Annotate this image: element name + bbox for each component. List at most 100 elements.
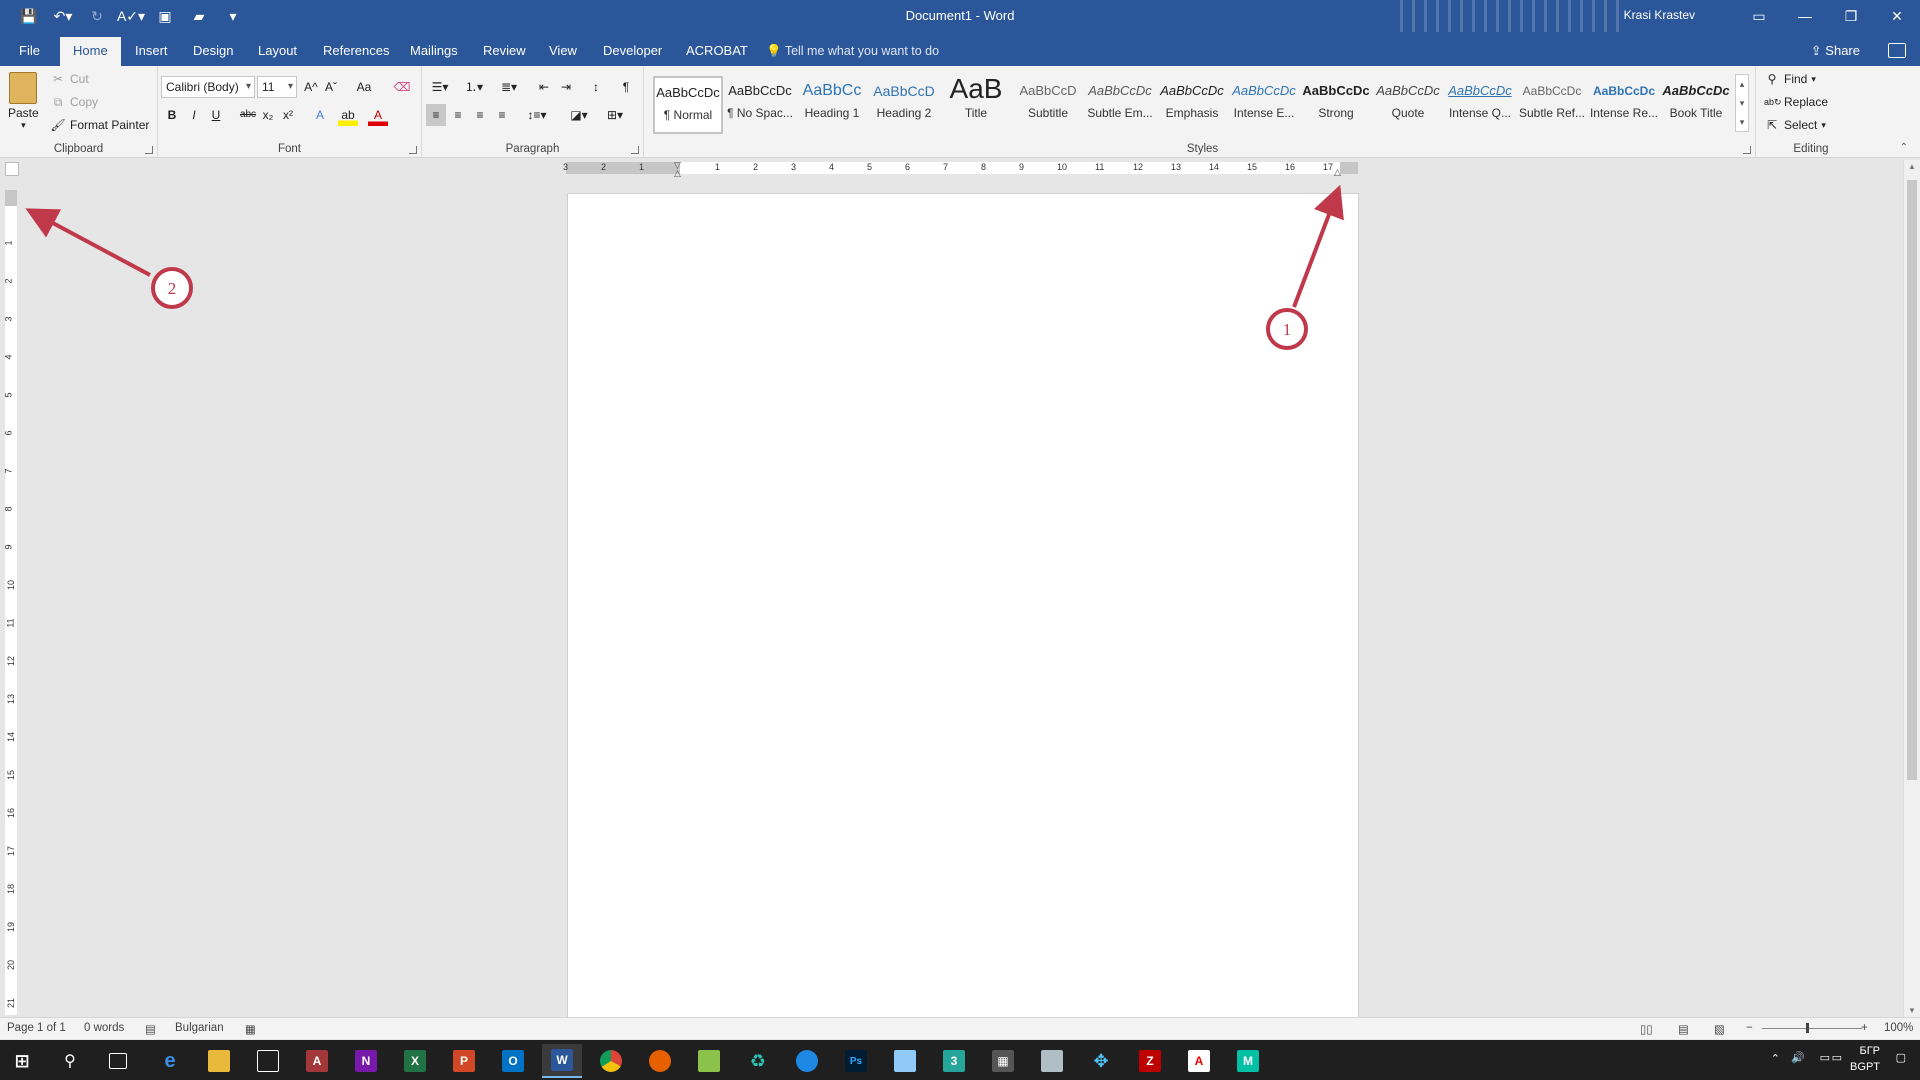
numbering-icon[interactable]: ⒈▾ (460, 76, 488, 98)
borders-icon[interactable]: ⊞▾ (600, 104, 630, 126)
line-spacing-icon[interactable]: ↕≡▾ (522, 104, 552, 126)
font-family-select[interactable]: Calibri (Body) (161, 76, 255, 98)
notepad-plus-icon[interactable] (689, 1044, 729, 1078)
tab-design[interactable]: Design (180, 37, 246, 66)
task-view-icon[interactable] (98, 1044, 138, 1078)
open-folder-icon[interactable]: ▰ (186, 4, 212, 28)
styles-scroll[interactable]: ▴ ▾ ▾ (1735, 74, 1749, 132)
strikethrough-button[interactable]: abc (238, 104, 258, 126)
style-item[interactable]: AaBbCcDc Strong (1301, 76, 1371, 134)
text-effects-icon[interactable]: A (310, 104, 330, 126)
access-icon[interactable]: A (297, 1044, 337, 1078)
tab-acrobat[interactable]: ACROBAT (673, 37, 761, 66)
scroll-down-icon[interactable]: ▼ (1908, 1006, 1916, 1015)
font-color-icon[interactable]: A (368, 104, 388, 126)
onenote-icon[interactable]: N (346, 1044, 386, 1078)
style-item[interactable]: AaBbCc Heading 1 (797, 76, 867, 134)
file-explorer-icon[interactable] (199, 1044, 239, 1078)
close-icon[interactable]: ✕ (1874, 0, 1920, 32)
user-name[interactable]: Krasi Krastev (1624, 8, 1695, 22)
paint-icon[interactable] (1032, 1044, 1072, 1078)
align-left-icon[interactable]: ≡ (426, 104, 446, 126)
save-icon[interactable]: 💾 (16, 4, 42, 28)
print-layout-icon[interactable]: ▤ (1678, 1022, 1689, 1036)
action-center-icon[interactable]: ▢ (1896, 1051, 1906, 1064)
edge-icon[interactable]: e (150, 1044, 190, 1078)
comments-icon[interactable] (1888, 43, 1906, 58)
underline-button[interactable]: U (206, 104, 226, 126)
increase-indent-icon[interactable]: ⇥ (556, 76, 576, 98)
style-item[interactable]: AaBbCcDc Emphasis (1157, 76, 1227, 134)
sort-icon[interactable]: ↕ (586, 76, 606, 98)
calculator-icon[interactable]: ▦ (983, 1044, 1023, 1078)
paste-button[interactable]: Paste ▾ (8, 72, 39, 130)
word-count[interactable]: 0 words (84, 1022, 124, 1034)
shading-icon[interactable]: ◪▾ (564, 104, 594, 126)
tab-review[interactable]: Review (470, 37, 539, 66)
zoom-in-icon[interactable]: + (1861, 1022, 1868, 1034)
style-item[interactable]: AaBbCcDc Intense Re... (1589, 76, 1659, 134)
format-painter-button[interactable]: 🖌 Format Painter (50, 117, 149, 133)
copy-button[interactable]: ⧉ Copy (50, 94, 98, 110)
vertical-scrollbar[interactable]: ▲ ▼ (1903, 160, 1920, 1017)
subscript-button[interactable]: x₂ (258, 104, 278, 126)
ribbon-display-options-icon[interactable]: ▭ (1736, 0, 1782, 32)
style-item[interactable]: AaBbCcDc ¶ No Spac... (725, 76, 795, 134)
read-mode-icon[interactable]: ▯▯ (1640, 1022, 1653, 1036)
scroll-up-icon[interactable]: ▲ (1908, 162, 1916, 171)
share-button[interactable]: ⇪ Share (1811, 37, 1860, 65)
redo-icon[interactable]: ↻ (84, 4, 110, 28)
app-m-icon[interactable]: M (1228, 1044, 1268, 1078)
document-page[interactable] (567, 193, 1359, 1018)
zoom-level[interactable]: 100% (1884, 1022, 1913, 1034)
align-right-icon[interactable]: ≡ (470, 104, 490, 126)
style-item[interactable]: AaBbCcDc Book Title (1661, 76, 1731, 134)
style-item[interactable]: AaBbCcDc ¶ Normal (653, 76, 723, 134)
customize-qat-icon[interactable]: ▾ (220, 4, 246, 28)
notepad-icon[interactable] (885, 1044, 925, 1078)
font-launcher-icon[interactable] (409, 146, 417, 154)
align-center-icon[interactable]: ≡ (448, 104, 468, 126)
font-size-select[interactable]: 11 (257, 76, 297, 98)
volume-icon[interactable]: 🔊 (1791, 1051, 1805, 1064)
zoom-slider[interactable] (1762, 1028, 1862, 1029)
scroll-thumb[interactable] (1907, 180, 1917, 780)
bold-button[interactable]: B (162, 104, 182, 126)
chrome-icon[interactable] (591, 1044, 631, 1078)
horizontal-ruler[interactable]: 3 2 1 1 2 3 4 5 6 7 8 9 10 11 12 13 14 15 16 17 ▽ △ △ (563, 160, 1358, 178)
clear-formatting-icon[interactable]: ⌫ (392, 76, 412, 98)
zoom-slider-thumb[interactable] (1806, 1023, 1809, 1033)
restore-icon[interactable]: ❐ (1828, 0, 1874, 32)
macro-icon[interactable]: ▦ (245, 1022, 256, 1036)
acrobat-icon[interactable]: A (1179, 1044, 1219, 1078)
style-item[interactable]: AaBbCcD Subtitle (1013, 76, 1083, 134)
style-item[interactable]: AaBbCcDc Quote (1373, 76, 1443, 134)
network-icon[interactable]: ▭ (1820, 1051, 1830, 1064)
style-item[interactable]: AaBbCcDc Intense E... (1229, 76, 1299, 134)
tab-home[interactable]: Home (60, 37, 121, 66)
app-3-icon[interactable]: 3 (934, 1044, 974, 1078)
messenger-icon[interactable] (787, 1044, 827, 1078)
recycle-app-icon[interactable]: ♻ (738, 1044, 778, 1078)
tab-selector[interactable] (5, 162, 19, 176)
collapse-ribbon-icon[interactable]: ⌃ (1900, 142, 1908, 153)
bullets-icon[interactable]: ☰▾ (426, 76, 454, 98)
tray-chevron-icon[interactable]: ⌃ (1771, 1052, 1780, 1065)
page-count[interactable]: Page 1 of 1 (7, 1022, 66, 1034)
search-icon[interactable]: ⚲ (50, 1044, 90, 1078)
highlight-icon[interactable]: ab (338, 104, 358, 126)
right-indent-marker[interactable]: △ (1334, 167, 1341, 178)
styles-launcher-icon[interactable] (1743, 146, 1751, 154)
change-case-button[interactable]: Aa (350, 76, 378, 98)
decrease-indent-icon[interactable]: ⇤ (534, 76, 554, 98)
superscript-button[interactable]: x² (278, 104, 298, 126)
keyboard-icon[interactable]: ▭ (1832, 1051, 1842, 1064)
shrink-font-button[interactable]: Aˇ (321, 76, 341, 98)
tab-insert[interactable]: Insert (122, 37, 181, 66)
paragraph-launcher-icon[interactable] (631, 146, 639, 154)
multilevel-list-icon[interactable]: ≣▾ (494, 76, 524, 98)
undo-icon[interactable]: ↶▾ (50, 4, 76, 28)
tab-mailings[interactable]: Mailings (397, 37, 471, 66)
tab-layout[interactable]: Layout (245, 37, 310, 66)
justify-icon[interactable]: ≡ (492, 104, 512, 126)
